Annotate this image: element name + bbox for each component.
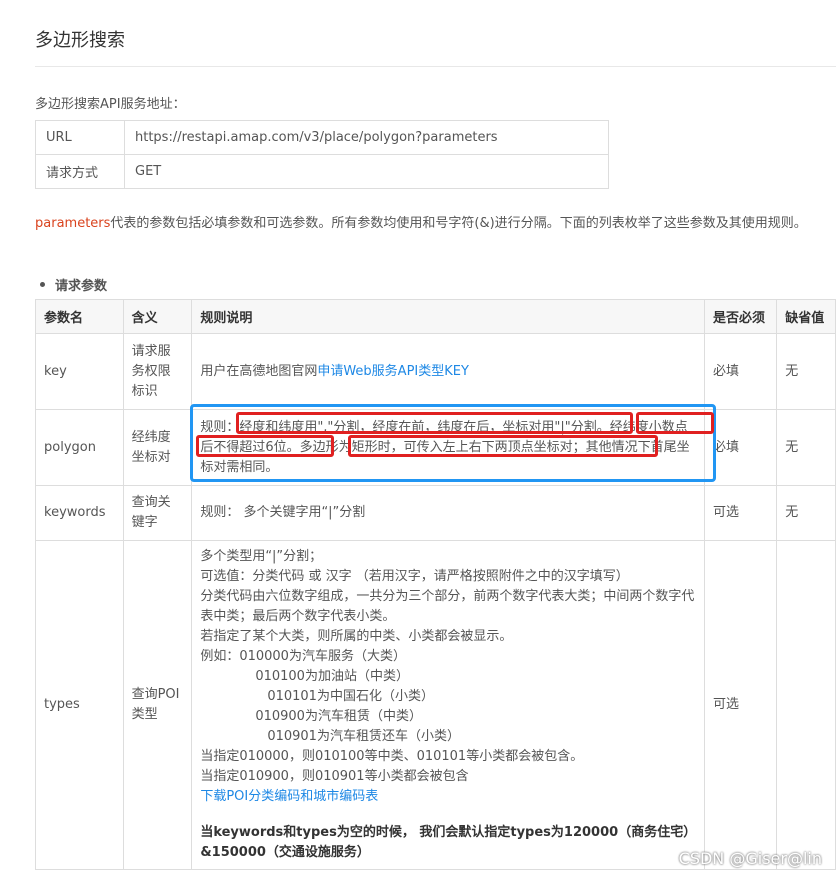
table-row: key 请求服务权限标识 用户在高德地图官网申请Web服务API类型KEY 必填… <box>35 333 836 410</box>
param-rule: 用户在高德地图官网申请Web服务API类型KEY <box>191 333 706 410</box>
annotation-red-box <box>196 435 334 457</box>
rule-line: 可选值：分类代码 或 汉字 （若用汉字，请严格按照附件之中的汉字填写） <box>200 569 629 584</box>
parameters-keyword: parameters <box>35 216 111 231</box>
rule-line: 分类代码由六位数字组成，一共分为三个部分，前两个数字代表大类；中间两个数字代表中… <box>200 589 695 624</box>
param-meaning: 查询POI类型 <box>122 540 193 870</box>
example-line: 010101为中国石化（小类） <box>267 689 434 704</box>
rule-line: 若指定了某个大类，则所属的中类、小类都会被显示。 <box>200 629 513 644</box>
params-table: 参数名 含义 规则说明 是否必须 缺省值 key 请求服务权限标识 用户在高德地… <box>35 299 836 870</box>
types-note: 当keywords和types为空的时候， 我们会默认指定types为12000… <box>200 825 690 860</box>
rule-text: 用户在高德地图官网 <box>200 363 318 379</box>
header-meaning: 含义 <box>122 299 193 334</box>
parameters-text: 代表的参数包括必填参数和可选参数。所有参数均使用和号字符(&)进行分隔。下面的列… <box>110 216 807 231</box>
method-value: GET <box>124 154 609 189</box>
param-meaning: 查询关键字 <box>122 485 193 541</box>
table-row: keywords 查询关键字 规则： 多个关键字用“|”分割 可选 无 <box>35 485 836 541</box>
param-meaning: 请求服务权限标识 <box>122 333 193 410</box>
bullet-dot-icon <box>40 282 45 287</box>
param-default: 无 <box>776 409 836 486</box>
header-default: 缺省值 <box>776 299 836 334</box>
header-name: 参数名 <box>35 299 124 334</box>
title-divider <box>35 66 836 67</box>
params-heading: 请求参数 <box>40 275 107 294</box>
example-line: 010901为汽车租赁还车（小类） <box>267 729 460 744</box>
param-rule: 多个类型用“|”分割； 可选值：分类代码 或 汉字 （若用汉字，请严格按照附件之… <box>191 540 706 870</box>
param-required: 可选 <box>704 485 778 541</box>
url-value: https://restapi.amap.com/v3/place/polygo… <box>124 120 609 155</box>
apply-key-link[interactable]: 申请Web服务API类型KEY <box>317 364 469 379</box>
url-label: URL <box>35 120 125 155</box>
param-required: 必填 <box>704 333 778 410</box>
method-label: 请求方式 <box>35 154 125 189</box>
header-required: 是否必须 <box>704 299 778 334</box>
watermark: CSDN @Giser@lin <box>678 849 822 868</box>
param-name: keywords <box>35 485 124 541</box>
rule-line: 多个类型用“|”分割； <box>200 549 323 564</box>
rule-line: 当指定010000，则010100等中类、010101等小类都会被包含。 <box>200 749 584 764</box>
param-name: key <box>35 333 124 410</box>
parameters-description: parameters代表的参数包括必填参数和可选参数。所有参数均使用和号字符(&… <box>35 212 825 236</box>
param-default: 无 <box>776 485 836 541</box>
table-row: URL https://restapi.amap.com/v3/place/po… <box>35 120 609 155</box>
param-required: 可选 <box>704 540 778 870</box>
example-line: 010900为汽车租赁（中类） <box>255 709 422 724</box>
param-default <box>776 540 836 870</box>
service-intro: 多边形搜索API服务地址： <box>35 97 186 112</box>
annotation-red-box <box>636 412 714 434</box>
annotation-red-box <box>348 435 658 457</box>
rule-line: 当指定010900，则010901等小类都会被包含 <box>200 769 469 784</box>
param-name: polygon <box>35 409 124 486</box>
param-default: 无 <box>776 333 836 410</box>
table-header-row: 参数名 含义 规则说明 是否必须 缺省值 <box>35 299 836 334</box>
page-title: 多边形搜索 <box>35 30 125 51</box>
header-rule: 规则说明 <box>191 299 706 334</box>
table-row: types 查询POI类型 多个类型用“|”分割； 可选值：分类代码 或 汉字 … <box>35 540 836 870</box>
download-poi-link[interactable]: 下载POI分类编码和城市编码表 <box>200 787 696 807</box>
param-meaning: 经纬度坐标对 <box>122 409 193 486</box>
table-row: 请求方式 GET <box>35 154 609 189</box>
param-rule: 规则： 多个关键字用“|”分割 <box>191 485 706 541</box>
rule-line: 例如：010000为汽车服务（大类） <box>200 649 406 664</box>
annotation-red-box <box>236 412 633 434</box>
example-line: 010100为加油站（中类） <box>255 669 409 684</box>
param-name: types <box>35 540 124 870</box>
params-heading-text: 请求参数 <box>55 279 108 294</box>
service-table: URL https://restapi.amap.com/v3/place/po… <box>35 120 609 189</box>
